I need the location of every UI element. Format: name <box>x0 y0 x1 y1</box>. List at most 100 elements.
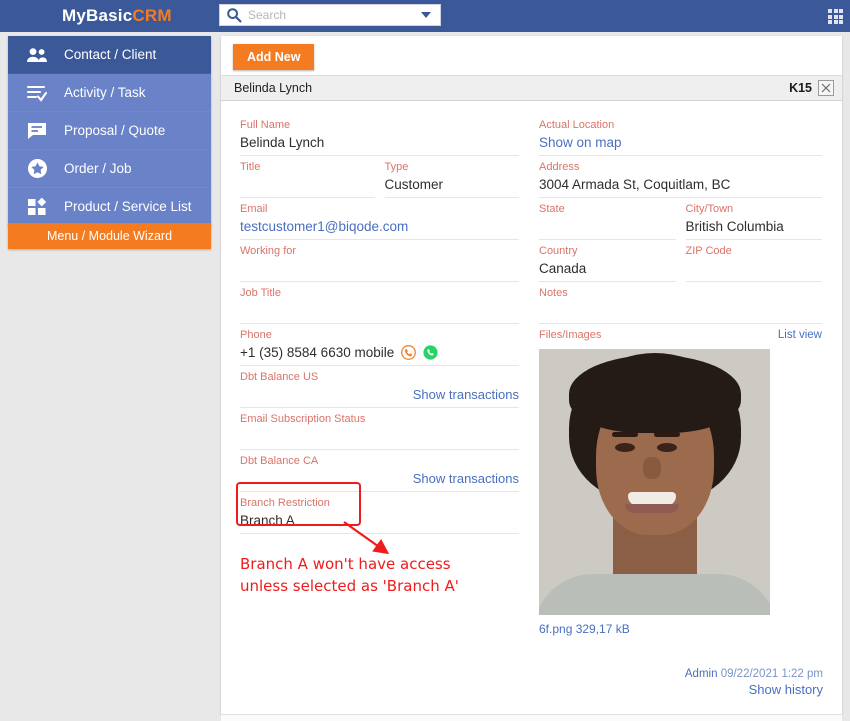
field-email-subscription-status[interactable]: Email Subscription Status <box>240 408 519 450</box>
field-country[interactable]: Country Canada <box>539 240 676 282</box>
field-type[interactable]: Type Customer <box>384 156 519 198</box>
field-value: +1 (35) 8584 6630 mobile <box>240 345 395 360</box>
field-value <box>240 175 375 194</box>
field-state[interactable]: State <box>539 198 676 240</box>
show-transactions-link-ca[interactable]: Show transactions <box>413 469 519 488</box>
field-dbt-balance-us[interactable]: Dbt Balance US Show transactions <box>240 366 519 408</box>
field-label: Type <box>384 161 409 173</box>
phone-call-icon[interactable] <box>401 345 417 360</box>
field-label: Email <box>240 203 268 215</box>
field-label: Dbt Balance CA <box>240 455 319 467</box>
field-value <box>686 259 823 278</box>
sidebar-item-label: Activity / Task <box>64 85 146 100</box>
footer-author: Admin <box>684 668 718 680</box>
field-value <box>539 301 822 320</box>
sidebar-item-label: Contact / Client <box>64 47 157 62</box>
top-bar: MyBasicCRM <box>0 0 850 32</box>
show-history-link[interactable]: Show history <box>685 682 823 697</box>
field-label: Address <box>539 161 580 173</box>
field-label: Working for <box>240 245 297 257</box>
field-address[interactable]: Address 3004 Armada St, Coquitlam, BC <box>539 156 822 198</box>
sidebar-item-product-service-list[interactable]: Product / Service List <box>8 188 211 226</box>
wizard-button-label: Menu / Module Wizard <box>46 229 173 243</box>
record-title: Belinda Lynch <box>234 81 313 95</box>
widgets-icon <box>24 196 50 218</box>
add-new-button[interactable]: Add New <box>233 44 315 70</box>
chevron-down-icon[interactable] <box>421 12 431 18</box>
record-header-bar: Belinda Lynch K15 <box>221 75 842 101</box>
sidebar-item-label: Proposal / Quote <box>64 123 166 138</box>
field-value: Belinda Lynch <box>240 135 325 150</box>
field-title[interactable]: Title <box>240 156 375 198</box>
field-value[interactable]: testcustomer1@biqode.com <box>240 217 519 236</box>
field-label: Phone <box>240 329 272 341</box>
star-circle-icon <box>24 158 50 180</box>
field-zip-code[interactable]: ZIP Code <box>685 240 823 282</box>
brand-accent: CRM <box>132 6 172 25</box>
sidebar-item-label: Order / Job <box>64 161 132 176</box>
brand-primary: MyBasic <box>62 6 133 25</box>
field-label: Title <box>240 161 261 173</box>
field-value: Canada <box>539 261 587 276</box>
portrait-photo[interactable] <box>539 349 770 615</box>
field-dbt-balance-ca[interactable]: Dbt Balance CA Show transactions <box>240 450 519 492</box>
file-name-label[interactable]: 6f.png 329,17 kB <box>539 622 822 636</box>
field-label: Job Title <box>240 287 281 299</box>
field-value: British Columbia <box>685 219 784 234</box>
field-value: 3004 Armada St, Coquitlam, BC <box>539 177 731 192</box>
field-label: Country <box>539 245 578 257</box>
app-logo: MyBasicCRM <box>62 6 172 26</box>
speech-bubble-icon <box>24 120 50 142</box>
sidebar: Contact / Client Activity / Task Proposa… <box>8 36 211 226</box>
task-list-check-icon <box>24 82 50 104</box>
panel-bottom-edge <box>221 714 842 721</box>
sidebar-item-contact-client[interactable]: Contact / Client <box>8 36 211 74</box>
field-state-city-row: State City/Town British Columbia <box>539 198 822 240</box>
app-root: MyBasicCRM Search Contact / Client Activ… <box>0 0 850 721</box>
field-label: Email Subscription Status <box>240 413 366 425</box>
field-full-name[interactable]: Full Name Belinda Lynch <box>240 114 519 156</box>
field-label: Branch Restriction <box>240 497 330 509</box>
field-city-town[interactable]: City/Town British Columbia <box>685 198 822 240</box>
field-actual-location[interactable]: Actual Location Show on map <box>539 114 822 156</box>
search-input[interactable] <box>246 5 421 25</box>
people-icon <box>24 44 50 66</box>
field-value <box>539 217 676 236</box>
field-branch-restriction[interactable]: Branch Restriction Branch A <box>240 492 519 534</box>
record-footer-meta: Admin 09/22/2021 1:22 pm Show history <box>685 668 823 697</box>
field-label: Full Name <box>240 119 291 131</box>
field-value <box>240 259 519 278</box>
field-value <box>240 301 519 320</box>
footer-timestamp: 09/22/2021 1:22 pm <box>720 668 823 680</box>
search-icon <box>226 7 242 23</box>
list-view-link[interactable]: List view <box>778 329 822 341</box>
record-code: K15 <box>789 81 812 95</box>
sidebar-item-label: Product / Service List <box>64 199 192 214</box>
show-on-map-link[interactable]: Show on map <box>539 133 822 152</box>
sidebar-item-order-job[interactable]: Order / Job <box>8 150 211 188</box>
menu-module-wizard-button[interactable]: Menu / Module Wizard <box>8 223 211 249</box>
field-label: Dbt Balance US <box>240 371 319 383</box>
field-label: State <box>539 203 565 215</box>
main-panel: Add New Belinda Lynch K15 Full Name Beli… <box>221 36 842 714</box>
sidebar-item-activity-task[interactable]: Activity / Task <box>8 74 211 112</box>
form-column-right: Actual Location Show on map Address 3004… <box>531 114 841 639</box>
field-email[interactable]: Email testcustomer1@biqode.com <box>240 198 519 240</box>
apps-grid-icon[interactable] <box>828 9 843 24</box>
whatsapp-icon[interactable] <box>423 345 438 360</box>
field-label: City/Town <box>685 203 734 215</box>
sidebar-item-proposal-quote[interactable]: Proposal / Quote <box>8 112 211 150</box>
field-label: ZIP Code <box>685 245 732 257</box>
field-value: Branch A <box>240 513 295 528</box>
field-notes[interactable]: Notes <box>539 282 822 324</box>
show-transactions-link-us[interactable]: Show transactions <box>413 385 519 404</box>
files-images-section: Files/Images List view 6f.png 329,17 kB <box>539 324 822 639</box>
field-label: Actual Location <box>539 119 615 131</box>
field-job-title[interactable]: Job Title <box>240 282 519 324</box>
close-icon[interactable] <box>818 80 834 96</box>
field-label: Notes <box>539 287 568 299</box>
search-bar[interactable] <box>219 4 441 26</box>
field-working-for[interactable]: Working for <box>240 240 519 282</box>
field-phone[interactable]: Phone +1 (35) 8584 6630 mobile <box>240 324 519 366</box>
field-value <box>240 427 519 446</box>
